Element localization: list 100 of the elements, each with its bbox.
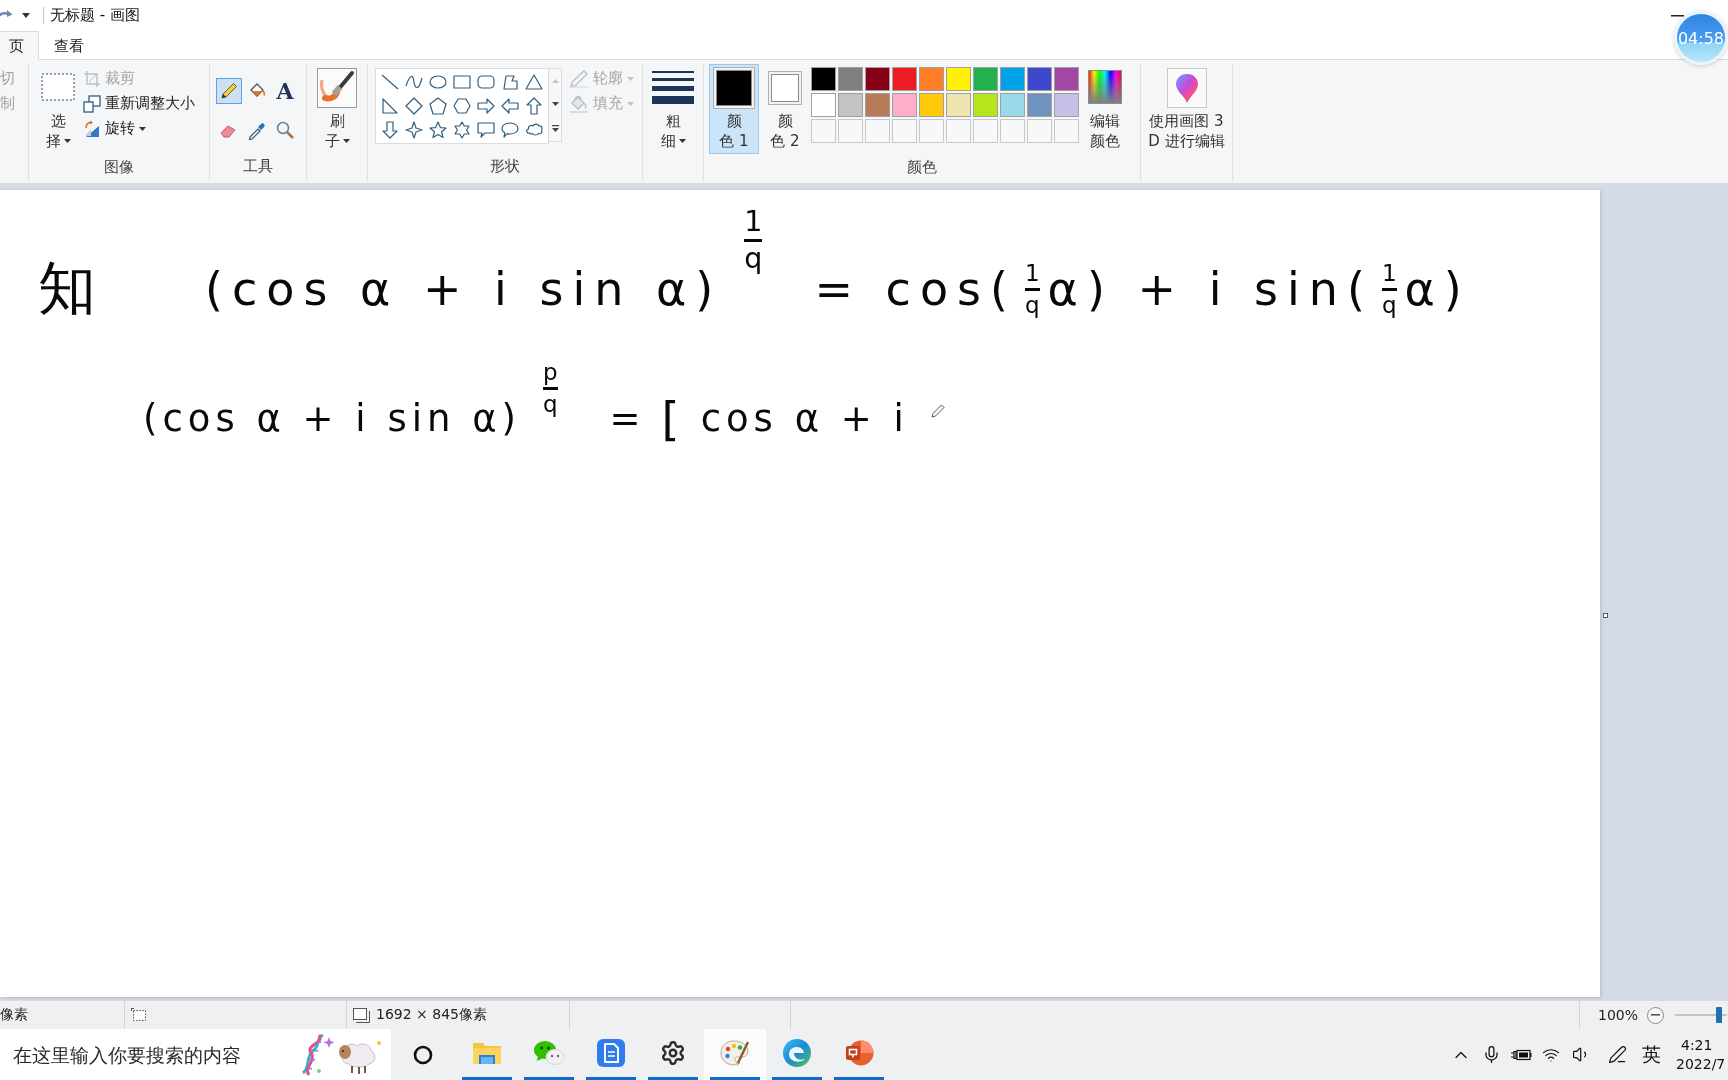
zoom-slider-thumb[interactable]: [1716, 1007, 1723, 1023]
select-button[interactable]: 选 择: [37, 64, 79, 154]
triangle-icon[interactable]: [524, 72, 544, 92]
empty-color-slot[interactable]: [919, 119, 944, 143]
magnifier-icon: [275, 120, 295, 140]
dashed-selection-icon: [41, 73, 75, 101]
empty-color-slot[interactable]: [811, 119, 836, 143]
caret-icon: [627, 101, 634, 106]
ring-icon: [413, 1044, 433, 1065]
document-tile-icon: [597, 1039, 625, 1067]
caret-icon: [627, 76, 634, 81]
color-swatch[interactable]: [946, 67, 971, 91]
empty-color-slot[interactable]: [865, 119, 890, 143]
handwritten-text: = cos(: [814, 263, 1017, 315]
edit-colors-button[interactable]: 编辑 颜色: [1084, 64, 1126, 154]
canvas-size-icon: [353, 1007, 370, 1023]
color-swatch[interactable]: [1000, 67, 1025, 91]
input-language-button[interactable]: 英: [1636, 1041, 1666, 1068]
color-swatch[interactable]: [919, 67, 944, 91]
color-swatch[interactable]: [1027, 93, 1052, 117]
crop-icon: [83, 69, 101, 88]
color-swatch[interactable]: [973, 67, 998, 91]
pencil-tool-button[interactable]: [216, 78, 242, 104]
fraction-denominator: q: [1381, 292, 1397, 317]
star-icon[interactable]: [428, 120, 448, 140]
four-point-star-icon[interactable]: [404, 120, 424, 140]
up-arrow-icon[interactable]: [524, 96, 544, 116]
selection-size-icon: [131, 1007, 147, 1023]
color-swatch[interactable]: [1000, 93, 1025, 117]
caret-icon: [63, 139, 71, 143]
color-swatch[interactable]: [892, 67, 917, 91]
brush-button[interactable]: 刷 子: [316, 64, 358, 154]
droplet-icon: [1166, 68, 1207, 108]
ribbon-tab[interactable]: 页: [0, 31, 39, 60]
rectangle-icon[interactable]: [452, 72, 472, 92]
chat-bubbles-icon: [533, 1039, 565, 1067]
color-swatch[interactable]: [973, 93, 998, 117]
resize-button[interactable]: 重新调整大小: [83, 91, 197, 116]
pencil-icon: [219, 81, 239, 101]
group-label: 颜色: [907, 157, 937, 178]
color-slot-button[interactable]: 颜 色 1: [709, 64, 759, 154]
thickness-button[interactable]: 粗 细: [650, 64, 696, 154]
empty-color-slot[interactable]: [946, 119, 971, 143]
right-arrow-icon[interactable]: [476, 96, 496, 116]
oval-speech-bubble-icon[interactable]: [500, 120, 520, 140]
right-triangle-icon[interactable]: [380, 96, 400, 116]
oval-icon[interactable]: [428, 72, 448, 92]
handwritten-text: (cos α + i sin α): [205, 263, 723, 315]
polygon-icon[interactable]: [500, 72, 520, 92]
speech-bubble-icon[interactable]: [476, 120, 496, 140]
down-arrow-icon[interactable]: [380, 120, 400, 140]
resize-handle[interactable]: [1603, 613, 1608, 618]
empty-color-slot[interactable]: [973, 119, 998, 143]
empty-color-slot[interactable]: [1054, 119, 1079, 143]
pentagon-icon[interactable]: [428, 96, 448, 116]
fraction-numerator: 1: [1024, 261, 1040, 286]
handwritten-text: [: [661, 393, 685, 445]
empty-color-slot[interactable]: [892, 119, 917, 143]
pencil-cursor-icon: [930, 404, 945, 418]
six-point-star-icon[interactable]: [452, 120, 472, 140]
paint-3d-button[interactable]: 使用画图 3 D 进行编辑: [1141, 64, 1232, 154]
fraction-denominator: q: [543, 391, 558, 416]
scroll-down-icon[interactable]: [551, 101, 559, 106]
color-swatch[interactable]: [838, 93, 863, 117]
text-tool-button[interactable]: A: [272, 78, 298, 104]
pen-outline-icon: [569, 69, 589, 88]
expand-gallery-icon[interactable]: [551, 124, 559, 132]
line-thickness-icon: [652, 69, 694, 105]
color-swatch[interactable]: [811, 67, 836, 91]
empty-color-slot[interactable]: [838, 119, 863, 143]
left-arrow-icon[interactable]: [500, 96, 520, 116]
clock-time: 4:21: [1680, 1035, 1713, 1055]
handwritten-text: α): [1404, 263, 1471, 315]
rotate-button[interactable]: 旋转: [83, 116, 197, 141]
zoom-out-button[interactable]: [1647, 1006, 1665, 1024]
color-swatch[interactable]: [1054, 93, 1079, 117]
color-swatch[interactable]: [946, 93, 971, 117]
color-swatch[interactable]: [892, 93, 917, 117]
folder-icon: [472, 1040, 502, 1066]
color-swatch[interactable]: [811, 93, 836, 117]
empty-color-slot[interactable]: [1000, 119, 1025, 143]
ribbon-tab[interactable]: 查看: [39, 31, 99, 60]
color-swatch[interactable]: [865, 67, 890, 91]
fraction-numerator: 1: [744, 206, 763, 237]
dropdown-caret-icon[interactable]: [22, 13, 30, 18]
color-swatch[interactable]: [838, 67, 863, 91]
brush-icon: [317, 68, 357, 108]
line-icon[interactable]: [380, 72, 400, 92]
color-swatch[interactable]: [1027, 67, 1052, 91]
color-slot-button[interactable]: 颜 色 2: [767, 64, 803, 154]
diamond-icon[interactable]: [404, 96, 424, 116]
minimize-icon[interactable]: [1671, 14, 1684, 17]
empty-color-slot[interactable]: [1027, 119, 1052, 143]
color-swatch[interactable]: [1054, 67, 1079, 91]
color-swatch[interactable]: [919, 93, 944, 117]
hexagon-icon[interactable]: [452, 96, 472, 116]
caret-icon: [139, 126, 146, 131]
color-swatch[interactable]: [865, 93, 890, 117]
search-field[interactable]: 在这里输入你要搜索的内容: [0, 1029, 391, 1080]
fraction-denominator: q: [1024, 292, 1040, 317]
